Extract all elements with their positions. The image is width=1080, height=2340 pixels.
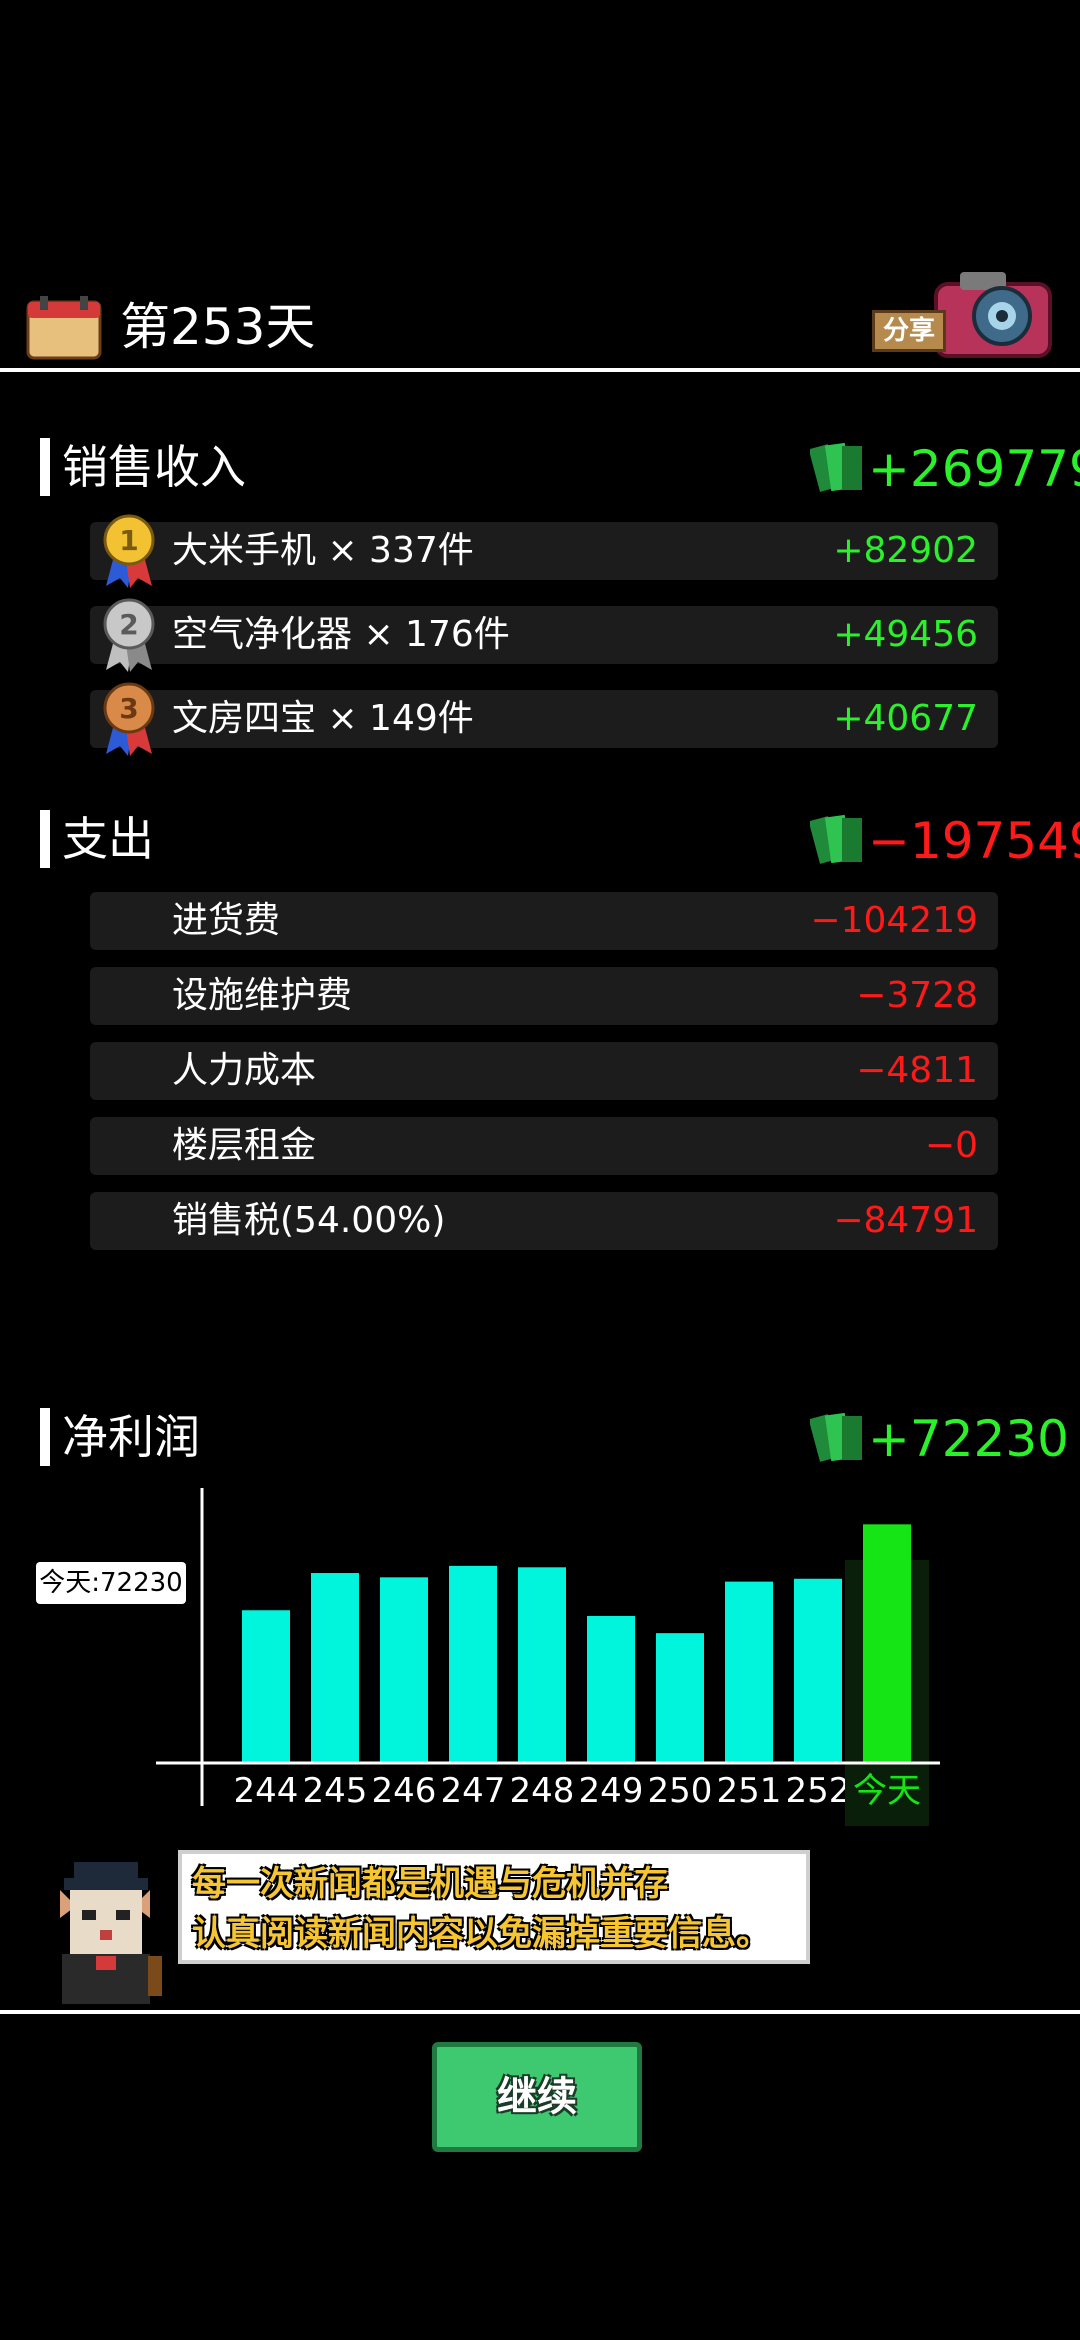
expense-item-value: −4811 — [856, 1050, 978, 1091]
chart-bar — [449, 1565, 497, 1762]
expense-row: 人力成本 −4811 — [90, 1042, 998, 1100]
hint-line-1: 每一次新闻都是机遇与危机并存 — [192, 1864, 668, 1904]
money-icon — [810, 1412, 862, 1462]
x-tick-label: 246 — [372, 1771, 437, 1811]
x-tick-label: 248 — [510, 1771, 575, 1811]
profit-section-bar — [40, 1408, 50, 1466]
x-tick-label: 今天 — [853, 1771, 921, 1811]
gold-medal-icon: 1 — [103, 514, 155, 588]
x-tick-label: 245 — [303, 1771, 368, 1811]
x-tick-label: 252 — [786, 1771, 851, 1811]
hint-line-2: 认真阅读新闻内容以免漏掉重要信息。 — [192, 1914, 770, 1954]
expense-row: 设施维护费 −3728 — [90, 967, 998, 1025]
camera-icon — [934, 272, 1052, 358]
bronze-medal-icon: 3 — [103, 682, 155, 756]
cat-mascot-icon — [60, 1862, 162, 2004]
sales-item-value: +82902 — [833, 530, 978, 571]
svg-text:2: 2 — [119, 608, 138, 641]
expense-item-label: 人力成本 — [172, 1050, 317, 1091]
money-icon — [810, 814, 862, 864]
continue-button[interactable]: 继续 — [432, 2042, 642, 2152]
expense-item-label: 楼层租金 — [172, 1125, 317, 1166]
footer-divider — [0, 2010, 1080, 2014]
chart-bar — [725, 1581, 773, 1762]
silver-medal-icon: 2 — [103, 598, 155, 672]
header-divider — [0, 368, 1080, 372]
expense-row: 楼层租金 −0 — [90, 1117, 998, 1175]
chart-bar — [863, 1524, 911, 1762]
x-tick-label: 250 — [648, 1771, 713, 1811]
sales-row-2: 2 空气净化器 × 176件 +49456 — [90, 598, 998, 672]
sales-item-label: 空气净化器 × 176件 — [172, 614, 510, 655]
sales-item-label: 大米手机 × 337件 — [172, 530, 474, 571]
expense-item-value: −104219 — [810, 900, 978, 941]
sales-item-value: +49456 — [833, 614, 978, 655]
chart-bar — [587, 1615, 635, 1762]
continue-label: 继续 — [497, 2074, 577, 2120]
expense-row: 销售税(54.00%) −84791 — [90, 1192, 998, 1250]
expense-item-value: −3728 — [856, 975, 978, 1016]
sales-row-1: 1 大米手机 × 337件 +82902 — [90, 514, 998, 588]
expense-item-label: 销售税(54.00%) — [172, 1200, 446, 1241]
money-icon — [810, 442, 862, 492]
profit-history-chart: 244 245 246 247 248 249 250 251 252 今天 — [156, 1488, 940, 1826]
expense-item-value: −0 — [924, 1125, 978, 1166]
x-tick-label: 244 — [234, 1771, 299, 1811]
profit-total: +72230 — [868, 1410, 1069, 1468]
svg-text:1: 1 — [119, 524, 138, 557]
chart-bar — [311, 1573, 359, 1762]
x-tick-label: 247 — [441, 1771, 506, 1811]
sales-title: 销售收入 — [62, 440, 246, 494]
chart-bar — [518, 1567, 566, 1762]
expense-row: 进货费 −104219 — [90, 892, 998, 950]
sales-item-value: +40677 — [833, 698, 978, 739]
expense-section-bar — [40, 810, 50, 868]
chart-bar — [242, 1610, 290, 1762]
expense-item-label: 设施维护费 — [172, 975, 353, 1016]
svg-text:3: 3 — [119, 692, 138, 725]
today-value-badge: 今天:72230 — [36, 1562, 186, 1604]
expense-title: 支出 — [62, 812, 154, 866]
x-tick-label: 249 — [579, 1771, 644, 1811]
calendar-icon — [26, 296, 102, 360]
share-button[interactable]: 分享 — [872, 266, 1054, 360]
expense-total: −197549 — [868, 812, 1080, 870]
chart-bar — [380, 1577, 428, 1762]
chart-bar — [656, 1633, 704, 1762]
sales-section-bar — [40, 438, 50, 496]
expense-item-value: −84791 — [833, 1200, 978, 1241]
hint-bubble: 每一次新闻都是机遇与危机并存 认真阅读新闻内容以免漏掉重要信息。 — [178, 1850, 810, 1964]
chart-bar — [794, 1578, 842, 1762]
profit-title: 净利润 — [62, 1410, 200, 1464]
sales-row-3: 3 文房四宝 × 149件 +40677 — [90, 682, 998, 756]
sales-item-label: 文房四宝 × 149件 — [172, 698, 474, 739]
expense-item-label: 进货费 — [172, 900, 281, 941]
x-tick-label: 251 — [717, 1771, 782, 1811]
share-label: 分享 — [872, 310, 946, 352]
sales-total: +269779 — [868, 440, 1080, 498]
day-title: 第253天 — [120, 298, 316, 356]
